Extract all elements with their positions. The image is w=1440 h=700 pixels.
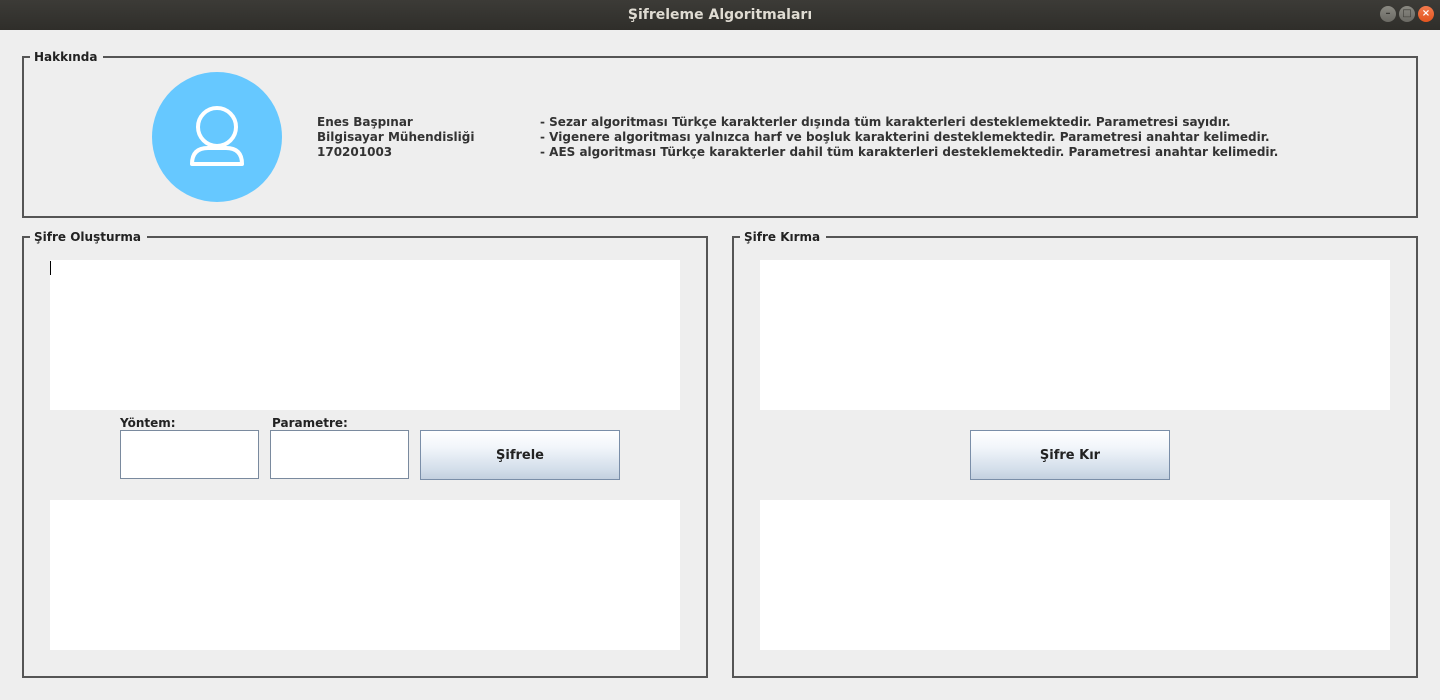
decrypt-button[interactable]: Şifre Kır [970,430,1170,480]
decrypt-legend: Şifre Kırma [740,229,827,245]
maximize-icon[interactable]: □ [1399,6,1415,22]
text-caret [50,261,51,275]
decrypted-output[interactable] [760,500,1390,650]
avatar [152,72,282,202]
encrypt-button[interactable]: Şifrele [420,430,620,480]
parameter-field[interactable] [270,430,409,479]
window-titlebar: Şifreleme Algoritmaları – □ × [0,0,1440,30]
close-icon[interactable]: × [1418,6,1434,22]
window-title: Şifreleme Algoritmaları [627,7,813,23]
author-name: Enes Başpınar [317,115,413,129]
ciphertext-output[interactable] [50,500,680,650]
author-info: Enes Başpınar Bilgisayar Mühendisliği 17… [317,115,474,160]
parameter-label: Parametre: [272,416,348,430]
minimize-icon[interactable]: – [1380,6,1396,22]
author-department: Bilgisayar Mühendisliği [317,130,475,144]
user-icon [190,106,244,166]
note-vigenere: - Vigenere algoritması yalnızca harf ve … [540,130,1270,144]
note-caesar: - Sezar algoritması Türkçe karakterler d… [540,115,1231,129]
method-field[interactable] [120,430,259,479]
author-student-no: 170201003 [317,145,393,159]
method-label: Yöntem: [120,416,176,430]
note-aes: - AES algoritması Türkçe karakterler dah… [540,145,1279,159]
encrypt-legend: Şifre Oluşturma [30,229,148,245]
window-controls: – □ × [1380,6,1434,22]
about-legend: Hakkında [30,49,104,65]
about-panel: Hakkında Enes Başpınar Bilgisayar Mühend… [22,49,1418,218]
plaintext-input[interactable] [50,260,680,410]
algorithm-notes: - Sezar algoritması Türkçe karakterler d… [540,115,1278,160]
decrypt-panel: Şifre Kırma Şifre Kır [732,229,1418,678]
cipher-input[interactable] [760,260,1390,410]
encrypt-panel: Şifre Oluşturma Yöntem: Parametre: Şifre… [22,229,708,678]
